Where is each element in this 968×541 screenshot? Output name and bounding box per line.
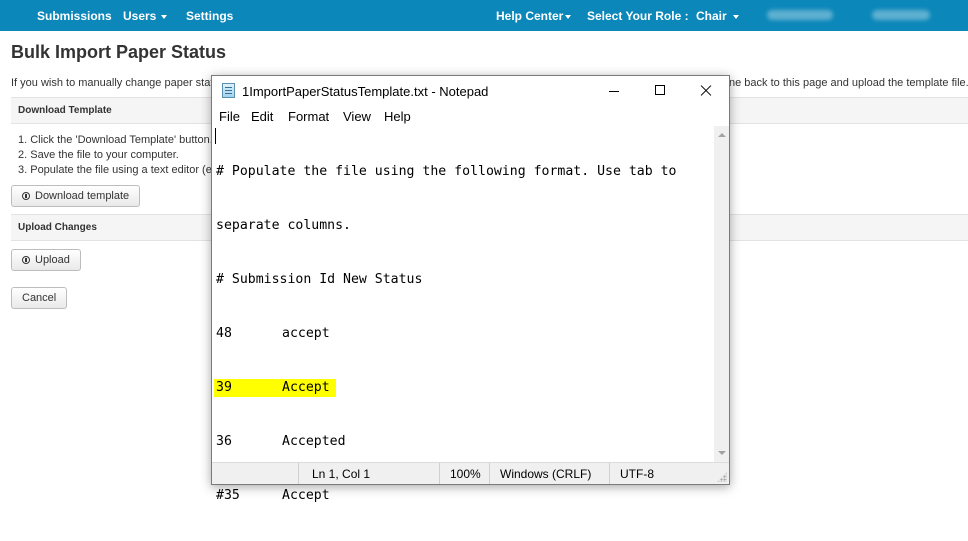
upload-icon	[22, 256, 30, 264]
status-line-ending: Windows (CRLF)	[489, 463, 609, 484]
notepad-statusbar: Ln 1, Col 1 100% Windows (CRLF) UTF-8	[212, 462, 729, 484]
new-status: Accept	[282, 488, 330, 503]
minimize-button[interactable]	[591, 76, 637, 106]
submission-id: #35	[216, 488, 240, 503]
download-template-button[interactable]: Download template	[11, 185, 141, 207]
download-icon	[22, 192, 30, 200]
scroll-up-arrow-icon[interactable]	[718, 133, 726, 137]
notepad-window: 1ImportPaperStatusTemplate.txt - Notepad…	[211, 75, 730, 503]
menu-file[interactable]: File	[219, 109, 240, 124]
submission-id: 48	[216, 326, 232, 341]
status-zoom: 100%	[439, 463, 489, 484]
data-row-35: #35 Accept	[216, 487, 712, 505]
notepad-text-area[interactable]: # Populate the file using the following …	[214, 126, 714, 503]
top-navbar: Submissions Users Settings Help Center S…	[0, 0, 968, 31]
minimize-icon	[609, 91, 619, 92]
chevron-down-icon	[161, 14, 168, 19]
menu-format[interactable]: Format	[288, 109, 329, 124]
text-line: # Populate the file using the following …	[216, 164, 677, 179]
nav-settings[interactable]: Settings	[186, 9, 233, 23]
nav-users-dropdown[interactable]: Users	[123, 9, 168, 23]
upload-changes-section-title: Upload Changes	[18, 222, 97, 233]
step-2: 2. Save the file to your computer.	[18, 149, 179, 161]
menu-view[interactable]: View	[343, 109, 371, 124]
role-label: Chair	[696, 9, 727, 23]
menu-help[interactable]: Help	[384, 109, 411, 124]
maximize-icon	[655, 85, 665, 95]
chevron-down-icon	[565, 14, 572, 19]
nav-submissions[interactable]: Submissions	[37, 9, 112, 23]
role-dropdown[interactable]: Chair	[696, 9, 739, 23]
nav-help-center-label: Help Center	[496, 9, 564, 23]
data-row-36: 36 Accepted	[216, 433, 712, 451]
submission-id: 39	[216, 380, 232, 395]
data-row-39-highlighted: 39 Accept	[214, 379, 712, 397]
data-row-48: 48 accept	[216, 325, 712, 343]
chevron-down-icon	[732, 14, 739, 19]
text-line: separate columns.	[216, 218, 351, 233]
status-cursor-position: Ln 1, Col 1	[298, 463, 439, 484]
new-status: accept	[282, 326, 330, 341]
intro-text-left: If you wish to manually change paper sta…	[11, 77, 220, 89]
text-cursor	[215, 128, 216, 144]
page-title: Bulk Import Paper Status	[11, 42, 227, 62]
menu-edit[interactable]: Edit	[251, 109, 273, 124]
status-encoding: UTF-8	[609, 463, 729, 484]
upload-button[interactable]: Upload	[11, 249, 81, 271]
cancel-button-label: Cancel	[22, 292, 57, 304]
notepad-app-icon[interactable]	[222, 83, 235, 98]
submission-id: 36	[216, 434, 232, 449]
download-template-section-title: Download Template	[18, 105, 112, 116]
new-status: Accept	[282, 380, 330, 395]
scroll-down-arrow-icon[interactable]	[718, 451, 726, 455]
intro-text-right: ne back to this page and upload the temp…	[729, 77, 968, 89]
maximize-button[interactable]	[637, 76, 683, 106]
redacted-user-info	[767, 10, 833, 20]
vertical-scrollbar[interactable]	[714, 126, 729, 462]
text-line: # Submission Id New Status	[216, 272, 423, 287]
instruction-steps: 1. Click the 'Download Template' button.…	[18, 133, 221, 178]
notepad-menubar: File Edit Format View Help	[212, 106, 729, 126]
select-role-label: Select Your Role :	[587, 9, 689, 23]
download-template-button-label: Download template	[35, 190, 130, 202]
redacted-account-menu	[872, 10, 930, 20]
step-1: 1. Click the 'Download Template' button.	[18, 134, 213, 146]
notepad-title: 1ImportPaperStatusTemplate.txt - Notepad	[242, 84, 489, 99]
upload-button-label: Upload	[35, 254, 70, 266]
new-status: Accepted	[282, 434, 346, 449]
notepad-titlebar[interactable]: 1ImportPaperStatusTemplate.txt - Notepad	[212, 76, 729, 106]
nav-users-label: Users	[123, 9, 157, 23]
step-3: 3. Populate the file using a text editor…	[18, 164, 222, 176]
cancel-button[interactable]: Cancel	[11, 287, 68, 309]
nav-help-center-dropdown[interactable]: Help Center	[496, 9, 572, 23]
close-button[interactable]	[683, 76, 729, 106]
